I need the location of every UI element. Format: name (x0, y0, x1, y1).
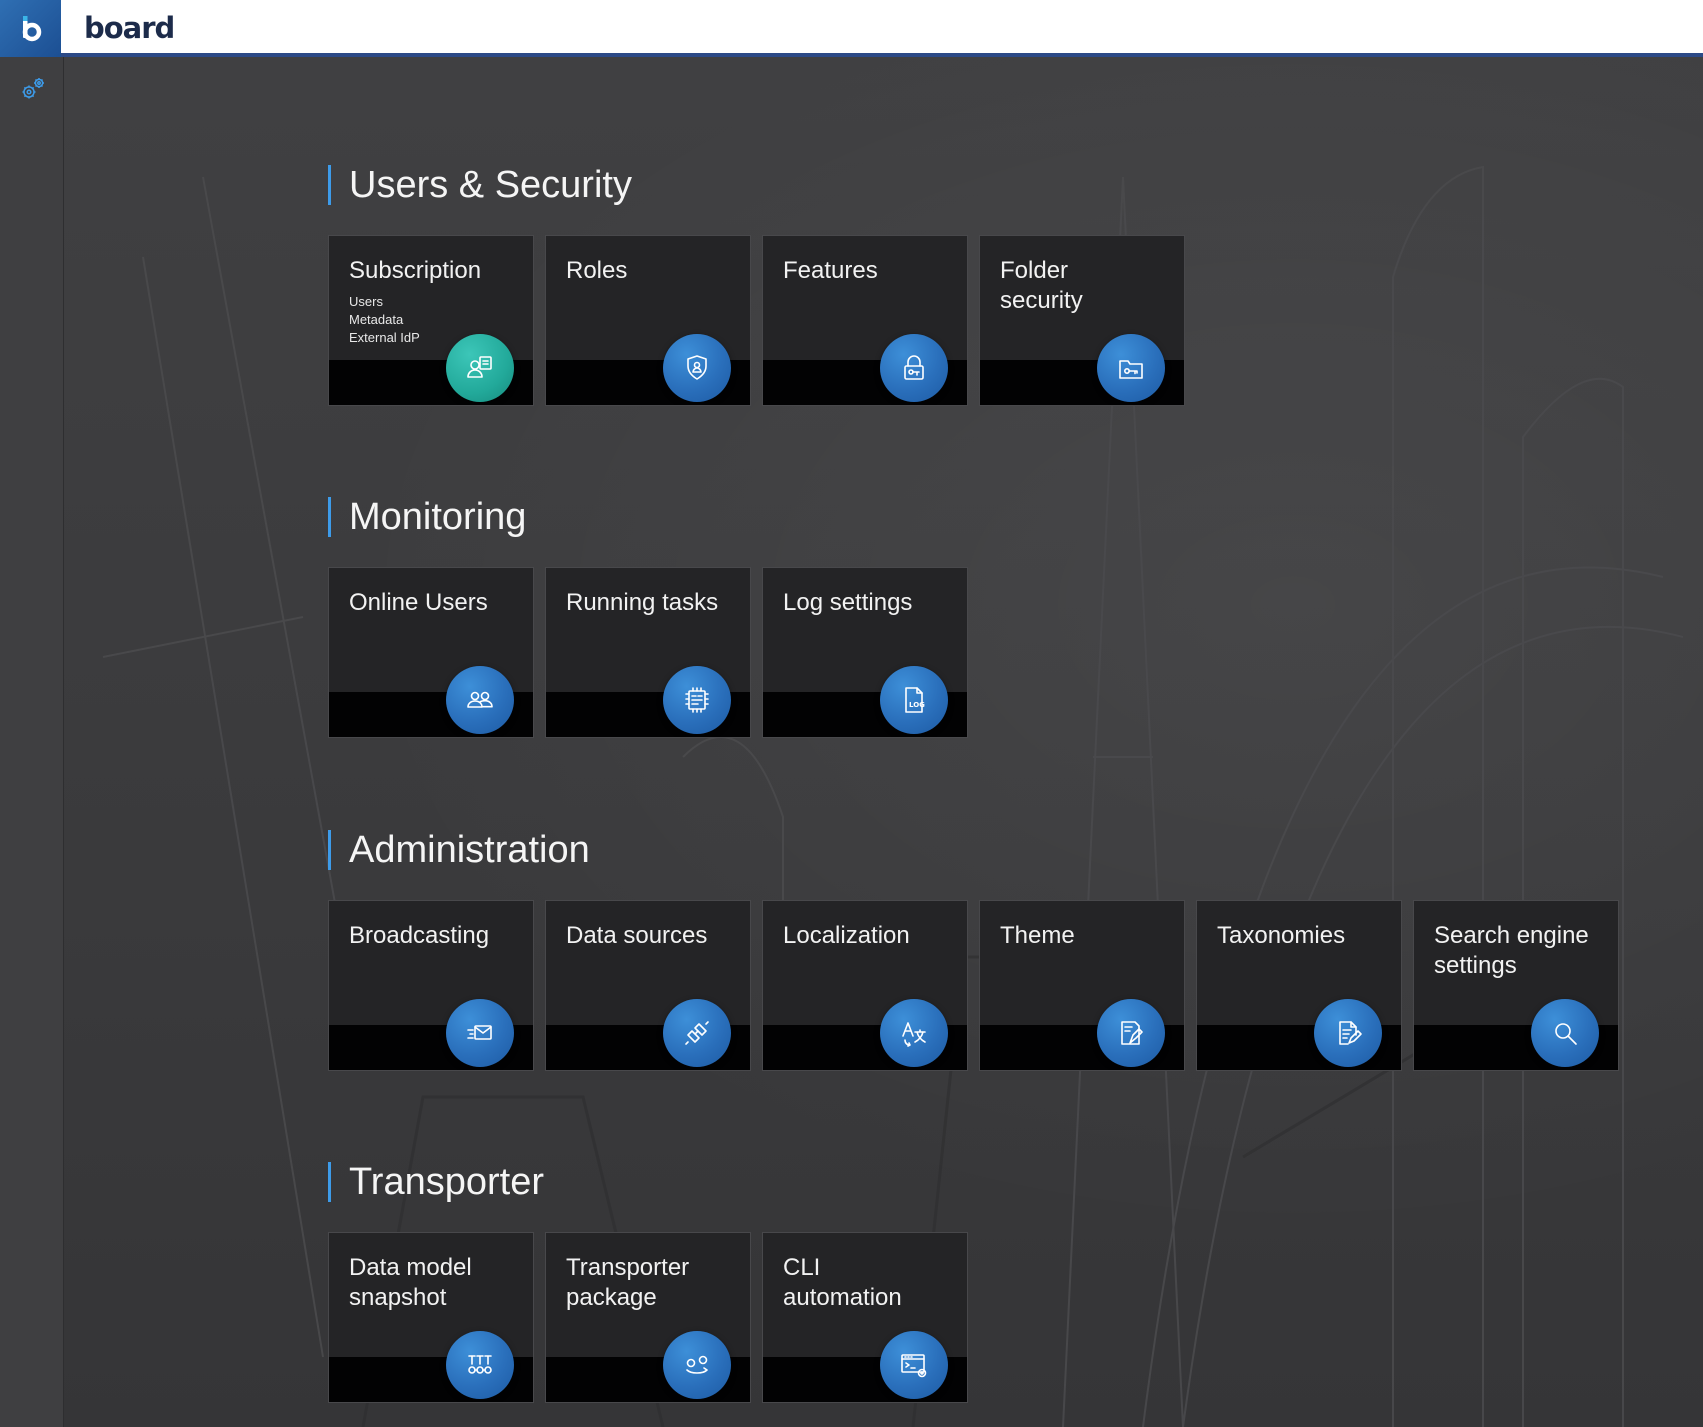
tile-broadcasting[interactable]: Broadcasting (328, 900, 534, 1071)
brand-app-button[interactable] (0, 0, 61, 57)
envelope-send-icon (446, 999, 514, 1067)
tile-transporter-package[interactable]: Transporter package (545, 1232, 751, 1403)
tile-roles[interactable]: Roles (545, 235, 751, 406)
tile-title: Online Users (349, 589, 488, 616)
tile-search-engine-settings[interactable]: Search engine settings (1413, 900, 1619, 1071)
plug-connection-icon (663, 999, 731, 1067)
tile-row: Subscription Users Metadata External IdP… (328, 235, 1185, 406)
tile-sub-external-idp: External IdP (349, 330, 420, 345)
terminal-gear-icon (880, 1331, 948, 1399)
tile-title: Transporter package (566, 1254, 690, 1311)
theme-palette-icon (1097, 999, 1165, 1067)
section-title: Transporter (328, 1162, 544, 1202)
tile-sub-users: Users (349, 294, 383, 309)
tile-title: Features (783, 257, 878, 284)
tile-localization[interactable]: Localization (762, 900, 968, 1071)
tile-folder-security[interactable]: Folder security (979, 235, 1185, 406)
tile-title: Subscription (349, 257, 482, 284)
tile-subtitle-list: Users Metadata External IdP (349, 293, 420, 347)
tile-title: Search engine settings (1434, 922, 1589, 979)
tile-title: Broadcasting (349, 922, 490, 949)
tile-title: Data model snapshot (349, 1254, 472, 1311)
tile-title: Localization (783, 922, 910, 949)
lock-key-icon (880, 334, 948, 402)
tile-features[interactable]: Features (762, 235, 968, 406)
tile-log-settings[interactable]: Log settings LOG (762, 567, 968, 738)
tile-taxonomies[interactable]: Taxonomies (1196, 900, 1402, 1071)
translate-icon (880, 999, 948, 1067)
tile-online-users[interactable]: Online Users (328, 567, 534, 738)
document-edit-icon (1314, 999, 1382, 1067)
brand-b-icon (22, 15, 41, 41)
section-title: Administration (328, 830, 590, 870)
tile-row: Broadcasting Data sources Localization T… (328, 900, 1619, 1071)
tile-data-model-snapshot[interactable]: Data model snapshot (328, 1232, 534, 1403)
tile-theme[interactable]: Theme (979, 900, 1185, 1071)
tile-running-tasks[interactable]: Running tasks (545, 567, 751, 738)
magnifier-icon (1531, 999, 1599, 1067)
left-rail (0, 57, 64, 1427)
brand-logo[interactable]: board (84, 10, 175, 46)
svg-text:LOG: LOG (909, 701, 925, 709)
task-chip-icon (663, 666, 731, 734)
brand-wordmark: board (84, 11, 175, 45)
tile-subscription[interactable]: Subscription Users Metadata External IdP (328, 235, 534, 406)
tile-cli-automation[interactable]: CLI automation (762, 1232, 968, 1403)
log-file-icon: LOG (880, 666, 948, 734)
tile-title: Log settings (783, 589, 913, 616)
tile-title: Roles (566, 257, 628, 284)
section-title: Monitoring (328, 497, 526, 537)
top-bar: board (0, 0, 1703, 57)
users-group-icon (446, 666, 514, 734)
user-card-icon (446, 334, 514, 402)
tile-title: CLI automation (783, 1254, 902, 1311)
package-transfer-icon (663, 1331, 731, 1399)
gears-icon[interactable] (20, 76, 46, 102)
section-title: Users & Security (328, 165, 632, 205)
tile-title: Theme (1000, 922, 1075, 949)
folder-key-icon (1097, 334, 1165, 402)
tile-title: Data sources (566, 922, 708, 949)
settings-content: Users & Security Subscription Users Meta… (0, 0, 1703, 1427)
tile-data-sources[interactable]: Data sources (545, 900, 751, 1071)
tile-title: Taxonomies (1217, 922, 1346, 949)
tile-title: Running tasks (566, 589, 719, 616)
shield-user-icon (663, 334, 731, 402)
tile-sub-metadata: Metadata (349, 312, 404, 327)
tile-title: Folder security (1000, 257, 1083, 314)
snapshot-cubes-icon (446, 1331, 514, 1399)
tile-row: Online Users Running tasks Log settings … (328, 567, 968, 738)
tile-row: Data model snapshot Transporter package … (328, 1232, 968, 1403)
